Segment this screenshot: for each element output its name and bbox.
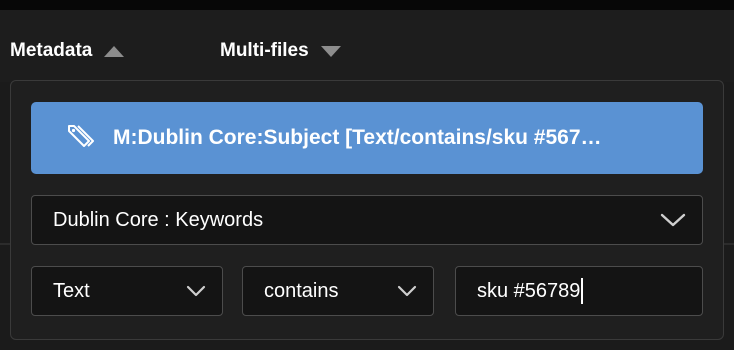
filter-value-input[interactable]: sku #56789 <box>455 266 703 316</box>
tab-metadata-label: Metadata <box>10 40 93 61</box>
metadata-field-value: Dublin Core : Keywords <box>53 208 264 231</box>
active-filter-chip[interactable]: M:Dublin Core:Subject [Text/contains/sku… <box>31 102 703 174</box>
metadata-filter-panel: M:Dublin Core:Subject [Text/contains/sku… <box>10 80 724 340</box>
tag-icon <box>68 125 94 147</box>
caret-down-icon <box>320 45 341 57</box>
filter-chip-text: M:Dublin Core:Subject [Text/contains/sku… <box>113 126 602 149</box>
operator-select-value: contains <box>264 279 339 302</box>
tab-multi-files[interactable]: Multi-files <box>220 40 341 62</box>
caret-up-icon <box>104 45 125 57</box>
type-select-value: Text <box>53 279 90 302</box>
type-select[interactable]: Text <box>31 266 223 316</box>
tab-metadata[interactable]: Metadata <box>10 40 125 62</box>
top-strip <box>0 0 734 10</box>
tab-bar: Metadata Multi-files <box>0 10 734 82</box>
chevron-down-icon <box>397 285 417 297</box>
tab-multi-files-label: Multi-files <box>220 40 309 61</box>
operator-select[interactable]: contains <box>242 266 434 316</box>
filter-value-text: sku #56789 <box>477 279 581 302</box>
metadata-field-select[interactable]: Dublin Core : Keywords <box>31 195 703 245</box>
chevron-down-icon <box>660 213 686 227</box>
text-cursor <box>581 278 584 304</box>
chevron-down-icon <box>186 285 206 297</box>
